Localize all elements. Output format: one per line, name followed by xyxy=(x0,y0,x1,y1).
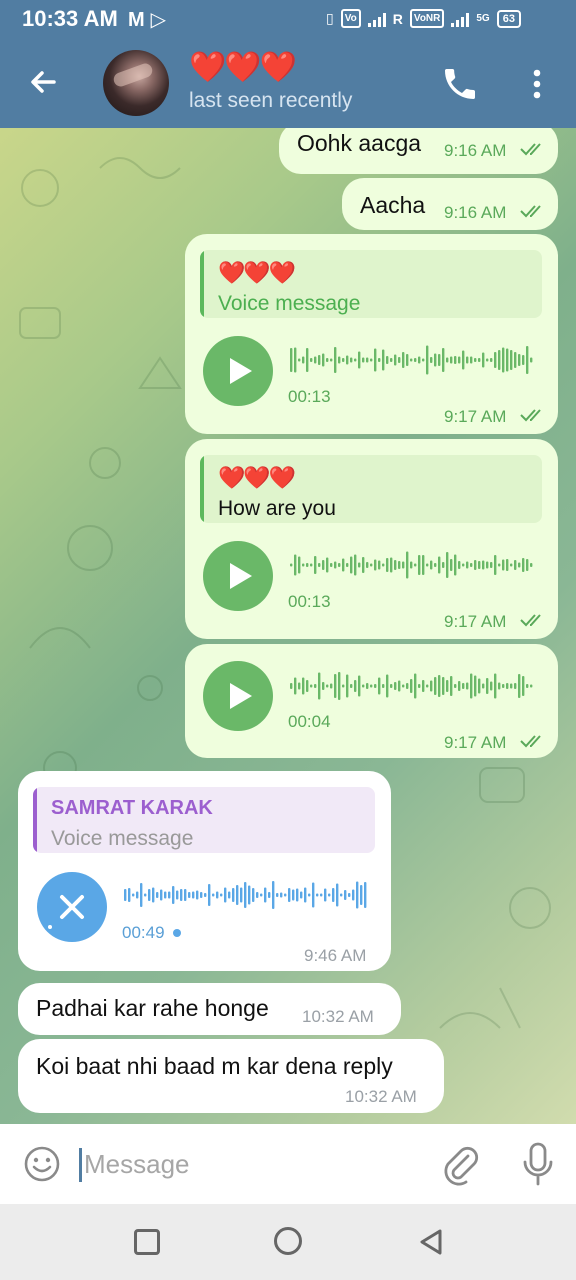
outgoing-voice-message[interactable]: 00:04 9:17 AM xyxy=(185,644,558,758)
reply-text: How are you xyxy=(218,497,336,520)
message-time: 10:32 AM xyxy=(345,1087,417,1106)
network-5g-icon: 5G xyxy=(476,13,490,24)
unplayed-dot xyxy=(173,929,181,937)
system-icons: ▯ Vo R VoNR 5G 63 xyxy=(326,9,521,28)
battery-icon: 63 xyxy=(496,9,521,28)
double-check-icon xyxy=(520,143,541,156)
gmail-icon: M xyxy=(128,9,151,31)
play-icon[interactable] xyxy=(203,541,273,611)
recents-icon[interactable] xyxy=(134,1229,160,1255)
voice-waveform[interactable] xyxy=(290,549,536,581)
message-text: Aacha xyxy=(360,192,426,218)
volte-icon: Vo xyxy=(340,9,361,28)
message-time: 9:17 AM xyxy=(444,733,507,752)
outgoing-voice-message[interactable]: ❤️❤️❤️ How are you 00:13 9:17 AM xyxy=(185,439,558,639)
message-time: 9:17 AM xyxy=(444,612,507,631)
more-vert-icon[interactable] xyxy=(522,64,552,104)
voice-duration: 00:13 xyxy=(288,592,331,611)
voice-duration: 00:13 xyxy=(288,387,331,406)
mic-icon[interactable] xyxy=(518,1140,558,1188)
incoming-message[interactable]: Padhai kar rahe honge 10:32 AM xyxy=(18,983,401,1035)
voice-duration: 00:04 xyxy=(288,712,331,731)
play-icon[interactable] xyxy=(203,661,273,731)
message-time: 10:32 AM xyxy=(302,1007,374,1026)
chat-area[interactable]: Oohk aacga 9:16 AM Aacha 9:16 AM ❤️❤️❤️ … xyxy=(0,128,576,1124)
outgoing-voice-message[interactable]: ❤️❤️❤️ Voice message 00:13 9:17 AM xyxy=(185,234,558,434)
roaming-icon: R xyxy=(392,10,403,27)
reply-text: Voice message xyxy=(51,827,194,850)
reply-quote[interactable]: ❤️❤️❤️ Voice message xyxy=(200,250,542,318)
double-check-icon xyxy=(520,205,541,218)
message-text: Koi baat nhi baad m kar dena reply xyxy=(36,1053,393,1079)
outgoing-message[interactable]: Aacha 9:16 AM xyxy=(342,178,558,230)
reply-author: ❤️❤️❤️ xyxy=(218,465,296,490)
play-store-icon: ▷ xyxy=(150,9,173,31)
message-text: Padhai kar rahe honge xyxy=(36,995,269,1021)
voice-waveform[interactable] xyxy=(290,670,536,702)
reply-quote[interactable]: ❤️❤️❤️ How are you xyxy=(200,455,542,523)
back-triangle-icon[interactable] xyxy=(418,1228,446,1256)
voice-waveform[interactable] xyxy=(124,879,370,911)
double-check-icon xyxy=(520,614,541,627)
vibrate-icon: ▯ xyxy=(326,10,334,26)
signal-2-icon xyxy=(451,11,470,27)
back-arrow-icon[interactable] xyxy=(24,62,64,102)
message-input[interactable] xyxy=(84,1142,414,1186)
reply-author: ❤️❤️❤️ xyxy=(218,260,296,285)
incoming-message[interactable]: Koi baat nhi baad m kar dena reply 10:32… xyxy=(18,1039,444,1113)
status-time: 10:33 AM xyxy=(22,6,118,31)
avatar[interactable] xyxy=(103,50,169,116)
vonr-icon: VoNR xyxy=(409,9,445,28)
cancel-icon[interactable] xyxy=(37,872,107,942)
voice-waveform[interactable] xyxy=(290,344,536,376)
message-text: Oohk aacga xyxy=(297,130,422,156)
outgoing-message[interactable]: Oohk aacga 9:16 AM xyxy=(279,128,558,174)
contact-name[interactable]: ❤️❤️❤️ xyxy=(189,50,297,86)
incoming-voice-message[interactable]: SAMRAT KARAK Voice message 00:49 9:46 AM xyxy=(18,771,391,971)
play-icon[interactable] xyxy=(203,336,273,406)
notification-icons: M▷ xyxy=(128,7,172,32)
message-time: 9:16 AM xyxy=(444,203,507,222)
signal-1-icon xyxy=(367,11,386,27)
message-time: 9:16 AM xyxy=(444,141,507,160)
message-time: 9:46 AM xyxy=(304,946,367,965)
double-check-icon xyxy=(520,409,541,422)
reply-quote[interactable]: SAMRAT KARAK Voice message xyxy=(33,787,375,853)
message-composer xyxy=(0,1124,576,1204)
reply-text: Voice message xyxy=(218,292,361,315)
reply-author: SAMRAT KARAK xyxy=(51,797,213,819)
system-nav-bar xyxy=(0,1204,576,1280)
last-seen-status: last seen recently xyxy=(189,89,353,112)
text-cursor xyxy=(79,1148,82,1182)
status-bar: 10:33 AM M▷ ▯ Vo R VoNR 5G 63 xyxy=(0,0,576,38)
attach-icon[interactable] xyxy=(440,1142,480,1186)
message-time: 9:17 AM xyxy=(444,407,507,426)
double-check-icon xyxy=(520,735,541,748)
top-bar: 10:33 AM M▷ ▯ Vo R VoNR 5G 63 ❤️❤️❤️ las… xyxy=(0,0,576,128)
emoji-icon[interactable] xyxy=(22,1144,62,1184)
voice-duration: 00:49 xyxy=(122,923,165,942)
phone-icon[interactable] xyxy=(440,64,480,104)
home-icon[interactable] xyxy=(274,1227,302,1255)
